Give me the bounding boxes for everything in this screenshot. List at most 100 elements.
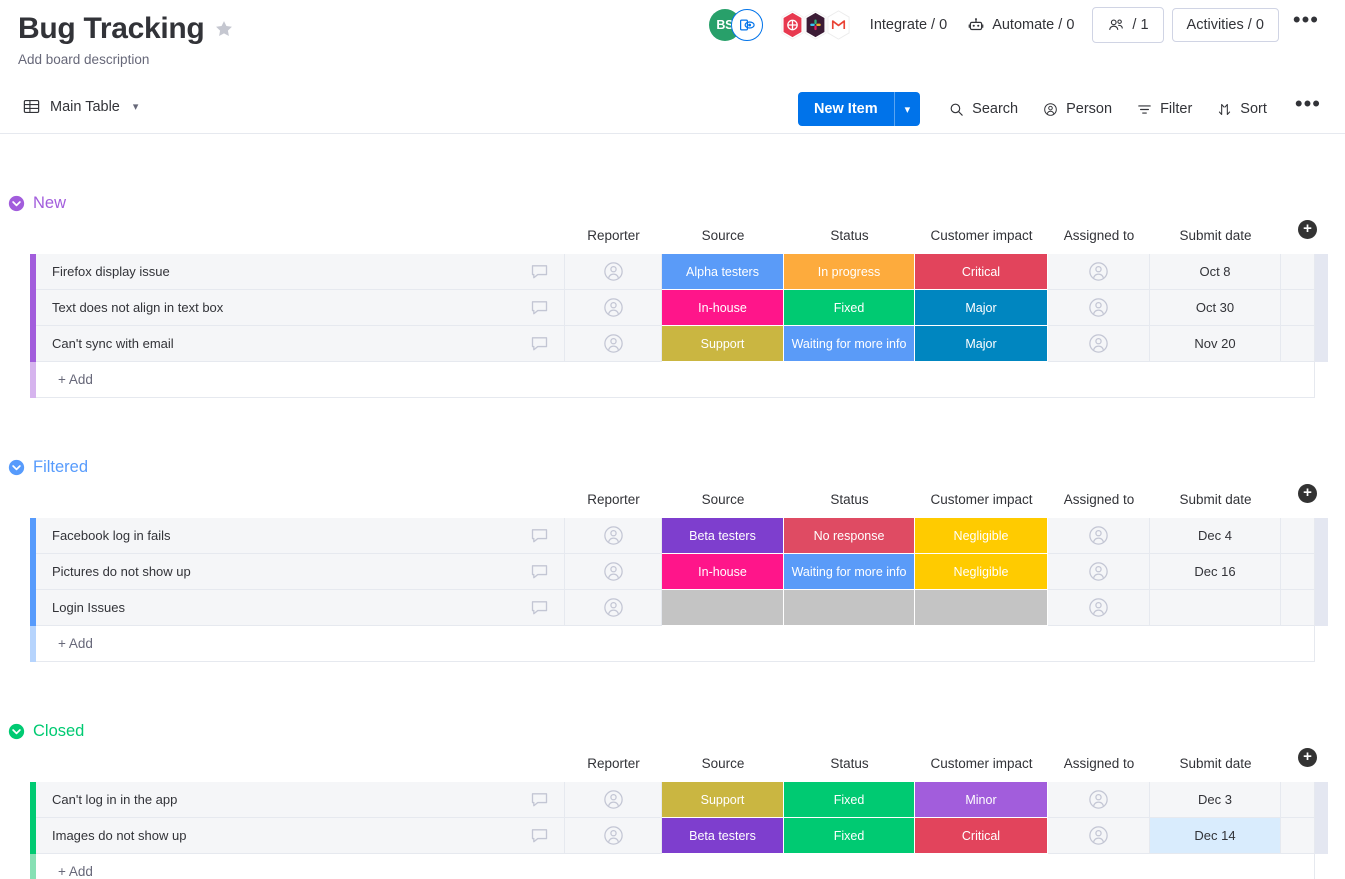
customer-impact-cell[interactable]: Minor [915, 782, 1048, 818]
source-cell[interactable]: Beta testers [662, 518, 784, 554]
item-name-cell[interactable]: Facebook log in fails [36, 518, 565, 554]
assigned-to-cell[interactable] [1048, 326, 1150, 362]
column-header-customer-impact[interactable]: Customer impact [915, 492, 1048, 507]
chat-bubble-icon[interactable] [529, 297, 550, 318]
add-item-button[interactable]: + Add [36, 626, 1315, 662]
reporter-cell[interactable] [565, 590, 662, 626]
table-row[interactable]: Pictures do not show up In-house Waiting f… [0, 554, 1345, 590]
column-header-status[interactable]: Status [784, 228, 915, 243]
table-row[interactable]: Images do not show up Beta testers Fixed Cr… [0, 818, 1345, 854]
column-header-source[interactable]: Source [662, 492, 784, 507]
person-filter-button[interactable]: Person [1032, 94, 1122, 125]
horizontal-scroll-strip[interactable] [1315, 590, 1328, 626]
source-cell[interactable]: In-house [662, 290, 784, 326]
item-name-cell[interactable]: Can't log in in the app [36, 782, 565, 818]
source-cell[interactable]: Support [662, 782, 784, 818]
item-name-cell[interactable]: Login Issues [36, 590, 565, 626]
column-header-status[interactable]: Status [784, 492, 915, 507]
column-header-assigned-to[interactable]: Assigned to [1048, 492, 1150, 507]
chat-bubble-icon[interactable] [529, 525, 550, 546]
board-more-options-button[interactable]: ••• [1279, 9, 1329, 36]
status-cell[interactable]: Fixed [784, 818, 915, 854]
group-name[interactable]: New [33, 194, 66, 213]
assigned-to-cell[interactable] [1048, 290, 1150, 326]
board-description[interactable]: Add board description [18, 52, 149, 67]
submit-date-cell[interactable]: Dec 3 [1150, 782, 1281, 818]
reporter-cell[interactable] [565, 254, 662, 290]
add-item-button[interactable]: + Add [36, 362, 1315, 398]
integration-icons[interactable] [779, 10, 850, 40]
source-cell[interactable] [662, 590, 784, 626]
table-row[interactable]: Login Issues [0, 590, 1345, 626]
horizontal-scroll-strip[interactable] [1315, 326, 1328, 362]
item-name-cell[interactable]: Can't sync with email [36, 326, 565, 362]
search-button[interactable]: Search [938, 94, 1028, 125]
add-item-row[interactable]: + Add [0, 362, 1345, 398]
gmail-icon[interactable] [825, 10, 852, 40]
star-icon[interactable] [214, 19, 234, 39]
horizontal-scroll-strip[interactable] [1315, 782, 1328, 818]
column-header-status[interactable]: Status [784, 756, 915, 771]
status-cell[interactable]: Waiting for more info [784, 554, 915, 590]
submit-date-cell[interactable]: Nov 20 [1150, 326, 1281, 362]
submit-date-cell[interactable]: Dec 4 [1150, 518, 1281, 554]
assigned-to-cell[interactable] [1048, 818, 1150, 854]
customer-impact-cell[interactable]: Major [915, 326, 1048, 362]
column-header-assigned-to[interactable]: Assigned to [1048, 228, 1150, 243]
status-cell[interactable]: Fixed [784, 290, 915, 326]
assigned-to-cell[interactable] [1048, 782, 1150, 818]
customer-impact-cell[interactable]: Negligible [915, 518, 1048, 554]
status-cell[interactable]: No response [784, 518, 915, 554]
assigned-to-cell[interactable] [1048, 518, 1150, 554]
new-item-dropdown-icon[interactable]: ▾ [893, 92, 921, 126]
chevron-down-icon[interactable]: ▾ [133, 100, 139, 113]
chat-bubble-icon[interactable] [529, 825, 550, 846]
activities-button[interactable]: Activities / 0 [1171, 8, 1279, 42]
column-header-source[interactable]: Source [662, 228, 784, 243]
column-header-assigned-to[interactable]: Assigned to [1048, 756, 1150, 771]
horizontal-scroll-strip[interactable] [1315, 254, 1328, 290]
customer-impact-cell[interactable]: Critical [915, 254, 1048, 290]
add-item-row[interactable]: + Add [0, 854, 1345, 879]
add-column-button[interactable]: + [1298, 220, 1317, 239]
group-collapse-icon[interactable] [8, 459, 25, 476]
status-cell[interactable]: In progress [784, 254, 915, 290]
new-item-label[interactable]: New Item [797, 92, 894, 126]
board-members-button[interactable]: / 1 [1092, 7, 1164, 43]
customer-impact-cell[interactable]: Major [915, 290, 1048, 326]
horizontal-scroll-strip[interactable] [1315, 518, 1328, 554]
toolbar-more-options-button[interactable]: ••• [1281, 93, 1331, 120]
source-cell[interactable]: Alpha testers [662, 254, 784, 290]
reporter-cell[interactable] [565, 818, 662, 854]
group-name[interactable]: Closed [33, 722, 84, 741]
submit-date-cell[interactable]: Oct 30 [1150, 290, 1281, 326]
column-header-source[interactable]: Source [662, 756, 784, 771]
chat-bubble-icon[interactable] [529, 789, 550, 810]
reporter-cell[interactable] [565, 518, 662, 554]
new-item-button[interactable]: New Item ▾ [797, 92, 921, 126]
column-header-submit-date[interactable]: Submit date [1150, 492, 1281, 507]
avatar-group[interactable]: BS [708, 9, 765, 41]
chat-bubble-icon[interactable] [529, 561, 550, 582]
table-row[interactable]: Can't log in in the app Support Fixed Minor… [0, 782, 1345, 818]
source-cell[interactable]: Beta testers [662, 818, 784, 854]
column-header-reporter[interactable]: Reporter [565, 492, 662, 507]
column-header-customer-impact[interactable]: Customer impact [915, 756, 1048, 771]
table-row[interactable]: Can't sync with email Support Waiting for … [0, 326, 1345, 362]
submit-date-cell[interactable] [1150, 590, 1281, 626]
reporter-cell[interactable] [565, 326, 662, 362]
add-column-button[interactable]: + [1298, 748, 1317, 767]
table-row[interactable]: Facebook log in fails Beta testers No resp… [0, 518, 1345, 554]
reporter-cell[interactable] [565, 554, 662, 590]
table-row[interactable]: Firefox display issue Alpha testers In pro… [0, 254, 1345, 290]
table-row[interactable]: Text does not align in text box In-house F… [0, 290, 1345, 326]
reporter-cell[interactable] [565, 290, 662, 326]
chat-bubble-icon[interactable] [529, 597, 550, 618]
horizontal-scroll-strip[interactable] [1315, 554, 1328, 590]
column-header-submit-date[interactable]: Submit date [1150, 228, 1281, 243]
add-item-button[interactable]: + Add [36, 854, 1315, 879]
status-cell[interactable] [784, 590, 915, 626]
item-name-cell[interactable]: Pictures do not show up [36, 554, 565, 590]
source-cell[interactable]: In-house [662, 554, 784, 590]
assigned-to-cell[interactable] [1048, 590, 1150, 626]
